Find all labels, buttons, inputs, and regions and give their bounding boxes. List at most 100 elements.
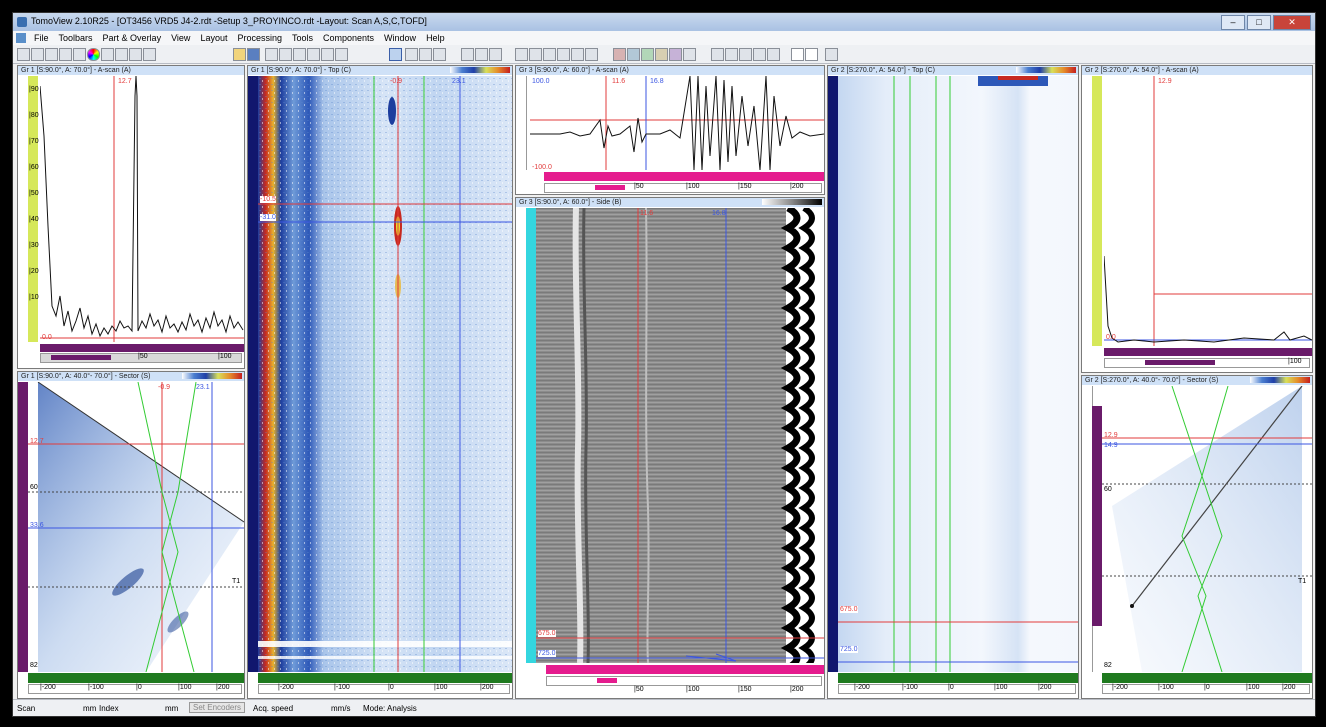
chart-icon-1[interactable] <box>613 48 626 61</box>
set-encoders-button[interactable]: Set Encoders <box>189 702 246 713</box>
side-view-panel-gr3[interactable]: Gr 3 [S:90.0°, A: 60.0°] - Side (B) 11.6… <box>515 197 825 699</box>
panel-title: Gr 2 [S:270.0°, A: 40.0°- 70.0°] - Secto… <box>1082 376 1312 385</box>
hand-icon[interactable] <box>571 48 584 61</box>
grid-icon[interactable] <box>529 48 542 61</box>
menu-file[interactable]: File <box>29 33 54 43</box>
amplitude-ruler[interactable] <box>516 76 527 170</box>
search-icon[interactable] <box>543 48 556 61</box>
layout-icon-6[interactable] <box>335 48 348 61</box>
scale-icon-3[interactable] <box>739 48 752 61</box>
menu-part-overlay[interactable]: Part & Overlay <box>98 33 167 43</box>
scale-icon-1[interactable] <box>711 48 724 61</box>
horizontal-scrollbar[interactable] <box>28 684 242 694</box>
acq-speed-unit: mm/s <box>331 704 351 713</box>
gear-icon[interactable] <box>101 48 114 61</box>
horizontal-scrollbar[interactable] <box>1104 358 1310 368</box>
menu-view[interactable]: View <box>166 33 195 43</box>
scan-ruler[interactable] <box>526 208 536 663</box>
menu-components[interactable]: Components <box>318 33 379 43</box>
tools-icon[interactable] <box>515 48 528 61</box>
ascan-plot[interactable] <box>530 76 824 170</box>
table-icon[interactable] <box>45 48 58 61</box>
time-ruler[interactable] <box>546 665 824 674</box>
zoom-out-icon[interactable] <box>767 48 780 61</box>
layout-icon-3[interactable] <box>293 48 306 61</box>
view-icon-3[interactable] <box>489 48 502 61</box>
chart-icon-4[interactable] <box>655 48 668 61</box>
view-icon-1[interactable] <box>461 48 474 61</box>
zoom-tool-icon[interactable] <box>31 48 44 61</box>
camera-icon[interactable] <box>59 48 72 61</box>
layout-icon-1[interactable] <box>265 48 278 61</box>
index-ruler[interactable] <box>258 673 512 683</box>
top-view-panel-gr2[interactable]: Gr 2 [S:270.0°, A: 54.0°] - Top (C) 675.… <box>827 65 1079 699</box>
ascan-plot[interactable] <box>40 76 244 342</box>
time-ruler[interactable] <box>40 344 244 352</box>
horizontal-scrollbar[interactable] <box>544 183 822 193</box>
chart-icon-5[interactable] <box>669 48 682 61</box>
menu-window[interactable]: Window <box>379 33 421 43</box>
display-icon[interactable] <box>825 48 838 61</box>
ascan-panel-gr2[interactable]: Gr 2 [S:270.0°, A: 54.0°] - A-scan (A) 1… <box>1081 65 1313 373</box>
resize-tool-icon[interactable] <box>433 48 446 61</box>
depth-ruler[interactable] <box>1092 406 1102 626</box>
layout-icon-5[interactable] <box>321 48 334 61</box>
zoom-in-icon[interactable] <box>753 48 766 61</box>
eye-icon[interactable] <box>115 48 128 61</box>
view-icon-2[interactable] <box>475 48 488 61</box>
cscan-image[interactable] <box>838 76 1078 672</box>
menu-layout[interactable]: Layout <box>195 33 232 43</box>
time-ruler[interactable] <box>544 172 824 181</box>
box-tool-icon[interactable] <box>419 48 432 61</box>
layout-icon-2[interactable] <box>279 48 292 61</box>
open-folder-icon[interactable] <box>233 48 246 61</box>
sector-panel-gr2[interactable]: Gr 2 [S:270.0°, A: 40.0°- 70.0°] - Secto… <box>1081 375 1313 699</box>
horizontal-scrollbar[interactable] <box>546 676 822 686</box>
bscan-image[interactable] <box>536 208 824 663</box>
cursor-tool-icon[interactable] <box>17 48 30 61</box>
arrow-icon[interactable] <box>73 48 86 61</box>
probe-icon[interactable] <box>585 48 598 61</box>
index-ruler[interactable] <box>28 673 244 683</box>
close-button[interactable]: ✕ <box>1273 15 1311 30</box>
index-ruler[interactable] <box>1102 673 1312 683</box>
cscan-image[interactable] <box>258 76 512 672</box>
sector-panel-gr1[interactable]: Gr 1 [S:90.0°, A: 40.0°- 70.0°] - Sector… <box>17 371 245 699</box>
horizontal-scrollbar[interactable] <box>258 684 510 694</box>
select-tool-icon[interactable] <box>389 48 402 61</box>
depth-ruler[interactable] <box>18 382 28 672</box>
ascan-plot[interactable] <box>1104 76 1312 346</box>
scan-unit: mm <box>83 704 97 713</box>
top-view-panel-gr1[interactable]: Gr 1 [S:90.0°, A: 70.0°] - Top (C) -0.9 … <box>247 65 513 699</box>
menu-bar: File Toolbars Part & Overlay View Layout… <box>13 31 1315 45</box>
chart-icon-2[interactable] <box>627 48 640 61</box>
ruler-icon[interactable] <box>129 48 142 61</box>
scale-icon-2[interactable] <box>725 48 738 61</box>
measure-icon[interactable] <box>557 48 570 61</box>
menu-processing[interactable]: Processing <box>232 33 287 43</box>
sector-plot[interactable] <box>28 382 244 672</box>
amplitude-ruler[interactable] <box>1092 76 1102 346</box>
sector-plot[interactable] <box>1102 386 1312 672</box>
maximize-button[interactable]: □ <box>1247 15 1271 30</box>
window-title: TomoView 2.10R25 - [OT3456 VRD5 J4-2.rdt… <box>31 16 427 26</box>
layout-icon-4[interactable] <box>307 48 320 61</box>
chart-icon-6[interactable] <box>683 48 696 61</box>
menu-tools[interactable]: Tools <box>287 33 318 43</box>
palette-icon[interactable] <box>87 48 100 61</box>
ascan-panel-gr1[interactable]: Gr 1 [S:90.0°, A: 70.0°] - A-scan (A) |9… <box>17 65 245 369</box>
scan-ruler[interactable] <box>828 76 838 672</box>
mode-icon-2[interactable] <box>805 48 818 61</box>
crosshair-icon[interactable] <box>143 48 156 61</box>
mode-icon-1[interactable] <box>791 48 804 61</box>
line-tool-icon[interactable] <box>405 48 418 61</box>
scan-ruler[interactable] <box>248 76 258 672</box>
time-ruler[interactable] <box>1104 348 1312 356</box>
chart-icon-3[interactable] <box>641 48 654 61</box>
save-icon[interactable] <box>247 48 260 61</box>
index-ruler[interactable] <box>838 673 1078 683</box>
minimize-button[interactable]: – <box>1221 15 1245 30</box>
ascan-panel-gr3[interactable]: Gr 3 [S:90.0°, A: 60.0°] - A-scan (A) 10… <box>515 65 825 195</box>
menu-toolbars[interactable]: Toolbars <box>54 33 98 43</box>
menu-help[interactable]: Help <box>421 33 450 43</box>
